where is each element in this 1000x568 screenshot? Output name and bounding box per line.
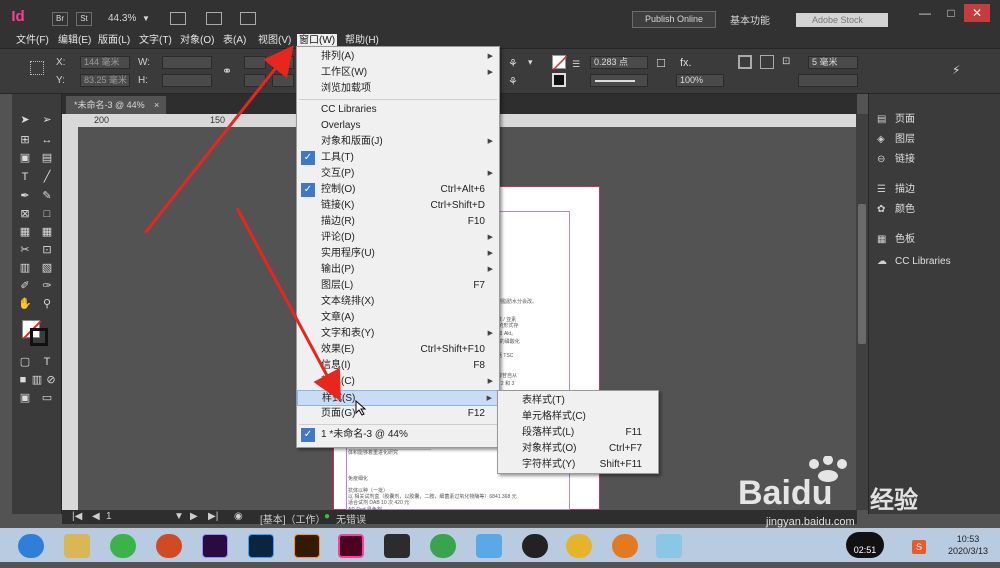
cloud-app-icon[interactable] xyxy=(476,534,502,558)
browser-icon[interactable] xyxy=(612,534,638,558)
photoshop-icon[interactable] xyxy=(248,534,274,558)
powerpoint-icon[interactable] xyxy=(156,534,182,558)
watermark-brand-suffix: du xyxy=(790,474,833,512)
watermark-url: jingyan.baidu.com xyxy=(766,516,855,528)
annotation-arrow-styles xyxy=(235,207,341,402)
recording-timer[interactable]: 02:51 xyxy=(846,532,884,558)
watermark-cn: 经验 xyxy=(870,487,918,514)
baidu-jingyan-watermark: Baidu 经验 jingyan.baidu.com xyxy=(738,456,948,528)
clock-date: 2020/3/13 xyxy=(947,546,989,556)
clock-time: 10:53 xyxy=(956,534,980,544)
watermark-brand: Bai xyxy=(738,474,791,512)
annotation-arrow-window-menu xyxy=(143,45,294,234)
file-explorer-icon[interactable] xyxy=(64,534,90,558)
app-store-icon[interactable] xyxy=(430,534,456,558)
wechat-icon[interactable] xyxy=(110,534,136,558)
indesign-taskbar-icon[interactable] xyxy=(338,534,364,558)
premiere-icon[interactable] xyxy=(202,534,228,558)
notes-app-icon[interactable] xyxy=(656,534,682,558)
system-clock[interactable]: 10:53 2020/3/13 xyxy=(940,533,996,557)
video-editor-icon[interactable] xyxy=(384,534,410,558)
qq-icon[interactable] xyxy=(522,534,548,558)
illustrator-icon[interactable] xyxy=(294,534,320,558)
start-button-icon[interactable] xyxy=(18,534,44,558)
input-method-icon[interactable]: S xyxy=(912,540,926,554)
chrome-icon[interactable] xyxy=(566,534,592,558)
